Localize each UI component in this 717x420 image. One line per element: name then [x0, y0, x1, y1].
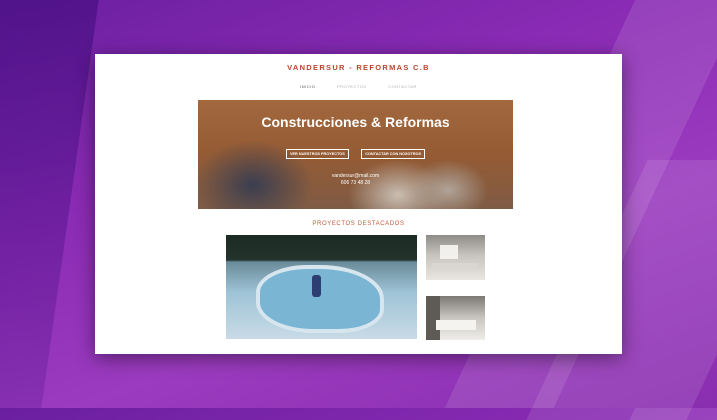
- cabinet-shape: [426, 296, 440, 340]
- view-projects-button[interactable]: VER NUESTROS PROYECTOS: [285, 149, 349, 159]
- window-shape: [440, 245, 458, 259]
- backdrop-stripe: [0, 0, 99, 408]
- nav-item-inicio[interactable]: INICIO: [300, 84, 315, 89]
- featured-image-pool[interactable]: [226, 235, 417, 339]
- site-nav: INICIO PROYECTOS CONTACTAR: [95, 84, 622, 89]
- featured-projects-title: PROYECTOS DESTACADOS: [312, 221, 405, 227]
- counter-shape: [432, 263, 478, 269]
- featured-image-island[interactable]: [426, 296, 485, 340]
- nav-item-proyectos[interactable]: PROYECTOS: [337, 84, 367, 89]
- contact-us-button[interactable]: CONTACTAR CON NOSOTROS: [361, 149, 425, 159]
- contact-email[interactable]: vandersur@mail.com: [198, 173, 513, 180]
- website-preview: VANDERSUR - REFORMAS C.B INICIO PROYECTO…: [95, 54, 622, 354]
- hero-contact: vandersur@mail.com 606 73 48 28: [198, 173, 513, 187]
- worker-figure: [312, 275, 321, 297]
- nav-item-contactar[interactable]: CONTACTAR: [388, 84, 417, 89]
- contact-phone[interactable]: 606 73 48 28: [198, 180, 513, 187]
- hero-banner: Construcciones & Reformas VER NUESTROS P…: [198, 100, 513, 209]
- site-brand[interactable]: VANDERSUR - REFORMAS C.B: [95, 63, 622, 72]
- hero-buttons: VER NUESTROS PROYECTOS CONTACTAR CON NOS…: [198, 142, 513, 160]
- featured-image-kitchen[interactable]: [426, 235, 485, 280]
- island-shape: [436, 320, 476, 330]
- hero-title: Construcciones & Reformas: [261, 114, 450, 130]
